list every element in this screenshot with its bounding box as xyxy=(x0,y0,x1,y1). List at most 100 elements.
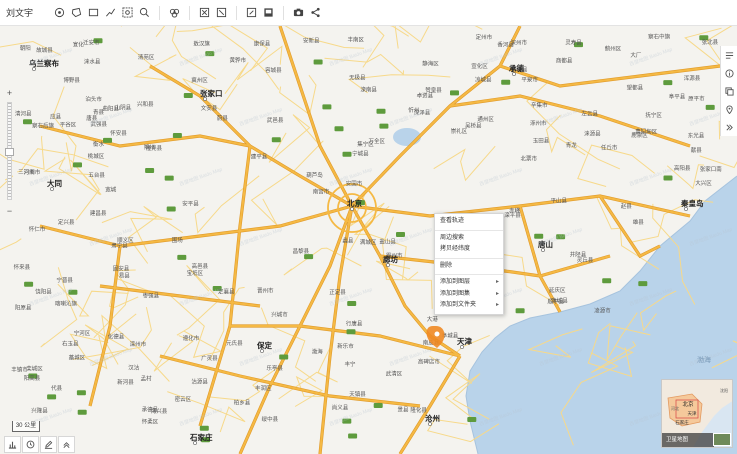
county-label: 南宫市 xyxy=(313,187,330,195)
zoom-in-button[interactable]: + xyxy=(4,88,15,98)
county-label: 博野县 xyxy=(63,76,80,84)
route-shield xyxy=(334,126,344,132)
map-canvas[interactable]: 化德县 康保县 沽源县 丰宁 隆化县 围场 张北县 尚义县 宣化区 怀来县 延庆区 怀柔区 密云区 平谷区… xyxy=(0,26,737,454)
zoom-box-icon[interactable] xyxy=(121,6,135,20)
menu-copy-coords[interactable]: 拷贝经纬度 xyxy=(435,244,503,256)
minimap-label-beijing: 北京 xyxy=(682,400,694,408)
satellite-thumbnail[interactable] xyxy=(713,433,731,446)
share-icon[interactable] xyxy=(309,6,323,20)
menu-add-layer[interactable]: 添加到图层 xyxy=(435,277,503,289)
menu-add-folder[interactable]: 添加到文件夹 xyxy=(435,300,503,312)
county-label: 张家口南 xyxy=(700,165,723,173)
route-shield xyxy=(602,278,612,284)
county-label: 凌源市 xyxy=(594,307,611,315)
toolbar-divider xyxy=(189,5,191,20)
info-icon[interactable] xyxy=(721,64,737,82)
user-name[interactable]: 刘文宇 xyxy=(6,6,33,19)
pin-icon[interactable] xyxy=(721,100,737,118)
route-shield xyxy=(164,175,174,181)
county-label: 涞源县 xyxy=(584,129,601,137)
menu-add-atlas[interactable]: 添加到图集 xyxy=(435,289,503,301)
city-label: 天津 xyxy=(457,336,472,346)
county-label: 蔚县 xyxy=(217,114,229,122)
list-icon[interactable] xyxy=(721,46,737,64)
route-shield xyxy=(172,133,182,138)
map-svg[interactable]: 化德县康保县沽源县丰宁隆化县围场张北县尚义县宣化区怀来县延庆区怀柔区密云区平谷区… xyxy=(0,26,737,454)
county-label: 容城县 xyxy=(265,66,282,74)
display-icon[interactable] xyxy=(262,6,276,20)
county-label: 蓟州区 xyxy=(605,45,622,53)
county-label: 右玉县 xyxy=(62,340,79,348)
menu-delete[interactable]: 删除 xyxy=(435,261,503,273)
county-label: 化德县 xyxy=(108,333,125,341)
county-label: 顺平县 xyxy=(548,298,565,305)
collapse-icon[interactable] xyxy=(721,118,737,136)
edit-icon[interactable] xyxy=(40,436,57,453)
county-label: 沽源县 xyxy=(191,378,208,386)
city-label: 廊坊 xyxy=(383,254,398,264)
county-label: 广灵县 xyxy=(201,354,218,362)
route-shield xyxy=(342,151,352,157)
minimap-caption[interactable]: 卫星地图 xyxy=(662,433,714,447)
route-shield xyxy=(373,403,383,408)
county-label: 新乐市 xyxy=(337,342,354,350)
minimap[interactable]: 北京 天津 石家庄 河北 沈阳 卫星地图 xyxy=(661,379,733,448)
county-label: 左云县 xyxy=(582,110,599,118)
zoom-out-button[interactable]: − xyxy=(4,206,15,216)
polyline-icon[interactable] xyxy=(104,6,118,20)
toolbar-divider xyxy=(283,5,285,20)
county-label: 无极县 xyxy=(349,74,366,82)
frame-icon[interactable] xyxy=(198,6,212,20)
route-shield xyxy=(346,329,356,335)
county-label: 正定县 xyxy=(329,288,346,296)
menu-nearby-search[interactable]: 周边搜索 xyxy=(435,233,503,245)
county-label: 安平县 xyxy=(182,199,199,207)
fullscreen-icon[interactable] xyxy=(245,6,259,20)
scale-bar: 30 公里 xyxy=(12,421,40,432)
county-label: 葫芦岛 xyxy=(306,171,323,179)
layers-icon[interactable] xyxy=(168,6,182,20)
zoom-thumb[interactable] xyxy=(5,148,14,156)
rectangle-icon[interactable] xyxy=(87,6,101,20)
county-label: 代县 xyxy=(51,384,63,392)
county-label: 宁城县 xyxy=(352,149,369,157)
menu-divider xyxy=(435,274,503,275)
route-shield xyxy=(515,308,525,314)
collapse-up-icon[interactable] xyxy=(58,436,75,453)
county-label: 怀来县 xyxy=(14,263,31,271)
county-label: 玉田县 xyxy=(533,137,550,144)
county-label: 通州区 xyxy=(477,115,494,123)
city-label: 承德 xyxy=(509,63,524,73)
city-label: 秦皇岛 xyxy=(680,198,704,208)
county-label: 滦州市 xyxy=(130,340,147,348)
polygon-icon[interactable] xyxy=(70,6,84,20)
city-label: 张家口 xyxy=(200,88,223,98)
county-label: 易县 xyxy=(119,272,131,279)
county-label: 行唐县 xyxy=(346,319,363,327)
county-label: 景县 xyxy=(398,406,410,413)
route-shield xyxy=(166,206,176,212)
county-label: 青龙 xyxy=(566,141,578,149)
route-shield xyxy=(183,93,193,98)
county-label: 乐亭县 xyxy=(266,364,283,372)
history-icon[interactable] xyxy=(22,436,39,453)
city-label: 北京 xyxy=(347,198,362,208)
copy-layers-icon[interactable] xyxy=(721,82,737,100)
county-label: 朔州 xyxy=(144,143,155,151)
county-label: 卓资县 xyxy=(417,91,434,99)
route-shield xyxy=(705,104,715,110)
county-label: 丰南区 xyxy=(348,36,365,44)
county-label: 元氏县 xyxy=(226,339,243,347)
county-label: 丰润区 xyxy=(255,384,272,392)
chart-icon[interactable] xyxy=(4,436,21,453)
frame-expand-icon[interactable] xyxy=(215,6,229,20)
county-label: 深州市 xyxy=(511,39,528,47)
county-label: 绥中县 xyxy=(262,415,279,423)
menu-view-track[interactable]: 查看轨迹 xyxy=(435,216,503,228)
camera-icon[interactable] xyxy=(292,6,306,20)
county-label: 昌黎县 xyxy=(293,247,310,255)
locate-icon[interactable] xyxy=(53,6,67,20)
county-label: 蠡县 xyxy=(342,237,354,245)
zoom-search-icon[interactable] xyxy=(138,6,152,20)
route-shield xyxy=(663,175,673,181)
